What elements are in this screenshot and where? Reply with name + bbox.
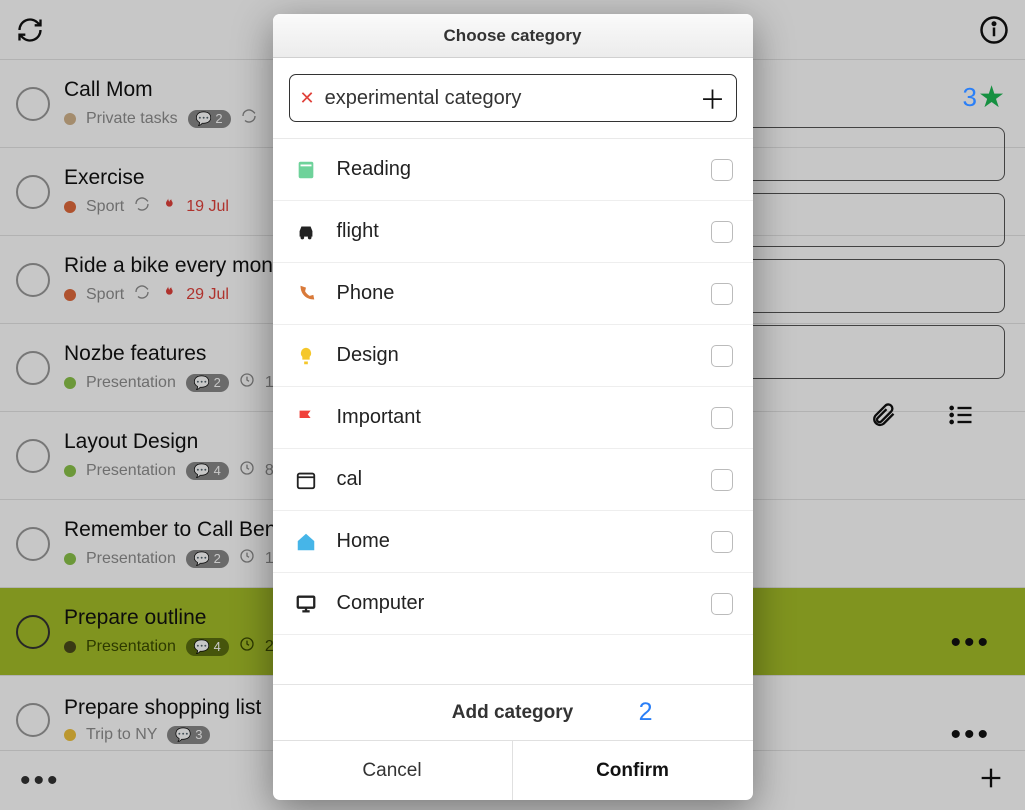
- flag-icon: [293, 407, 319, 429]
- category-checkbox[interactable]: [711, 221, 733, 243]
- category-item[interactable]: Phone: [273, 263, 753, 325]
- category-label: Important: [337, 406, 693, 429]
- category-checkbox[interactable]: [711, 159, 733, 181]
- category-item[interactable]: Important: [273, 387, 753, 449]
- category-label: cal: [337, 468, 693, 491]
- category-name-input[interactable]: [325, 87, 690, 110]
- add-icon[interactable]: ＋: [699, 80, 725, 117]
- category-item[interactable]: flight: [273, 201, 753, 263]
- category-label: Design: [337, 344, 693, 367]
- category-modal: Choose category ✕ ＋ 3 Reading flight Pho…: [273, 14, 753, 800]
- category-search-input[interactable]: ✕ ＋: [289, 74, 737, 122]
- category-item[interactable]: Design: [273, 325, 753, 387]
- category-checkbox[interactable]: [711, 283, 733, 305]
- home-icon: [293, 531, 319, 553]
- confirm-button[interactable]: Confirm: [513, 741, 753, 800]
- category-label: Reading: [337, 158, 693, 181]
- annotation-3: 3: [963, 82, 977, 113]
- add-category-label: Add category: [452, 702, 573, 724]
- category-checkbox[interactable]: [711, 593, 733, 615]
- phone-icon: [293, 283, 319, 305]
- modal-title: Choose category: [273, 14, 753, 58]
- category-checkbox[interactable]: [711, 531, 733, 553]
- cancel-button[interactable]: Cancel: [273, 741, 513, 800]
- bulb-icon: [293, 345, 319, 367]
- category-label: Phone: [337, 282, 693, 305]
- book-icon: [293, 159, 319, 181]
- category-checkbox[interactable]: [711, 407, 733, 429]
- category-item[interactable]: cal: [273, 449, 753, 511]
- calendar-icon: [293, 469, 319, 491]
- category-item[interactable]: Computer: [273, 573, 753, 635]
- category-item[interactable]: Home: [273, 511, 753, 573]
- add-category-button[interactable]: Add category 2: [273, 684, 753, 740]
- category-checkbox[interactable]: [711, 469, 733, 491]
- category-label: flight: [337, 220, 693, 243]
- clear-icon[interactable]: ✕: [300, 88, 315, 109]
- category-checkbox[interactable]: [711, 345, 733, 367]
- annotation-2: 2: [639, 698, 653, 727]
- category-label: Home: [337, 530, 693, 553]
- category-item[interactable]: Reading: [273, 139, 753, 201]
- category-label: Computer: [337, 592, 693, 615]
- car-icon: [293, 221, 319, 243]
- monitor-icon: [293, 593, 319, 615]
